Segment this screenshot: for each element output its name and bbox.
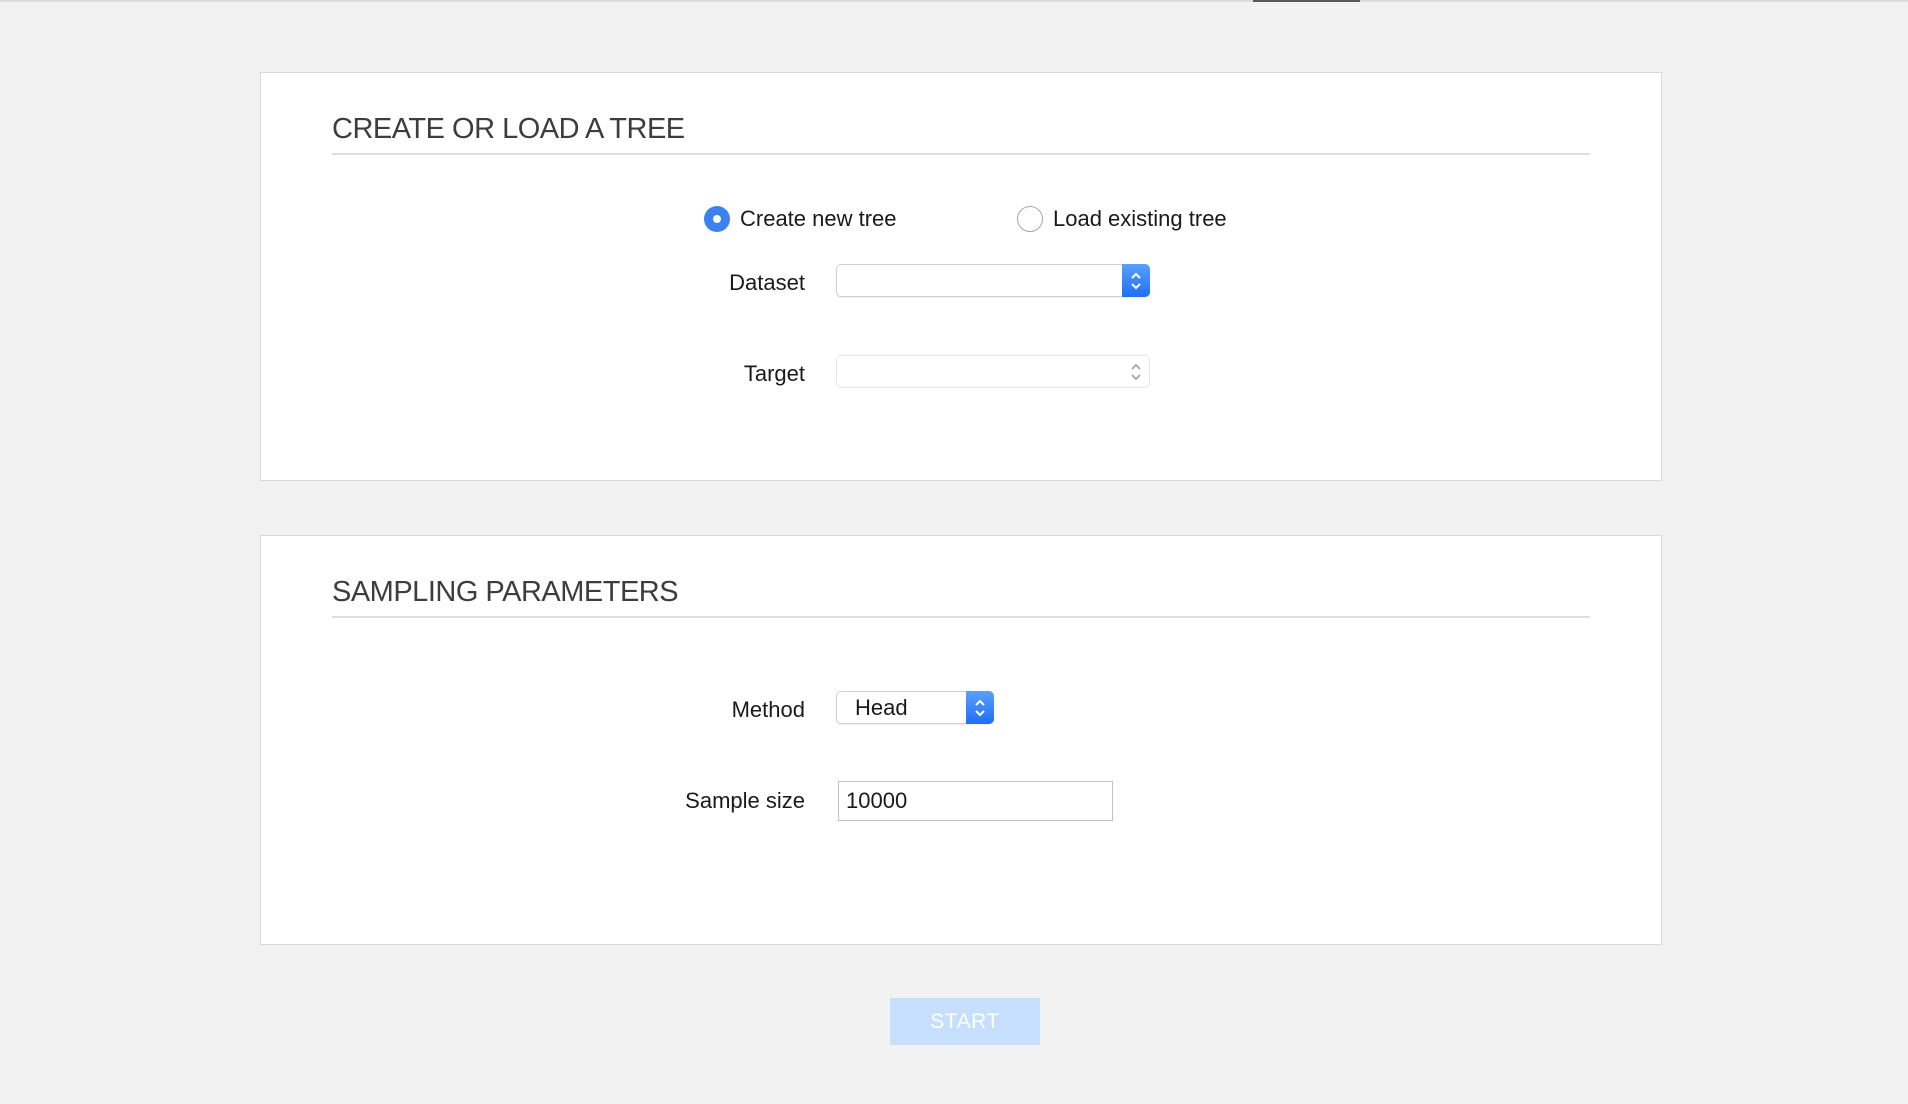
updown-chevron-icon [1122,264,1150,297]
method-select[interactable]: Head [836,691,994,724]
updown-chevron-icon [1122,355,1150,388]
section-divider [332,153,1590,155]
target-select[interactable] [836,355,1150,388]
radio-unselected-icon [1017,206,1043,232]
radio-label: Create new tree [740,206,897,231]
section-title: CREATE OR LOAD A TREE [332,113,685,145]
sample-size-input[interactable] [838,781,1113,821]
sample-size-label: Sample size [685,788,805,813]
radio-label: Load existing tree [1053,206,1227,231]
dataset-label: Dataset [729,270,805,295]
updown-chevron-icon [966,691,994,724]
radio-load-existing-tree[interactable]: Load existing tree [1017,206,1227,232]
top-tab-strip [0,0,1908,2]
method-value: Head [855,695,908,720]
start-button[interactable]: START [890,998,1040,1045]
active-tab-indicator [1253,0,1360,2]
target-label: Target [743,361,805,386]
section-title: SAMPLING PARAMETERS [332,576,679,608]
section-divider [332,616,1590,618]
method-label: Method [731,697,805,722]
dataset-select[interactable] [836,264,1150,297]
create-or-load-tree-panel: CREATE OR LOAD A TREE Create new tree Lo… [260,72,1662,481]
radio-create-new-tree[interactable]: Create new tree [704,206,897,232]
radio-selected-icon [704,206,730,232]
sampling-parameters-panel: SAMPLING PARAMETERS Method Head Sample s… [260,535,1662,945]
